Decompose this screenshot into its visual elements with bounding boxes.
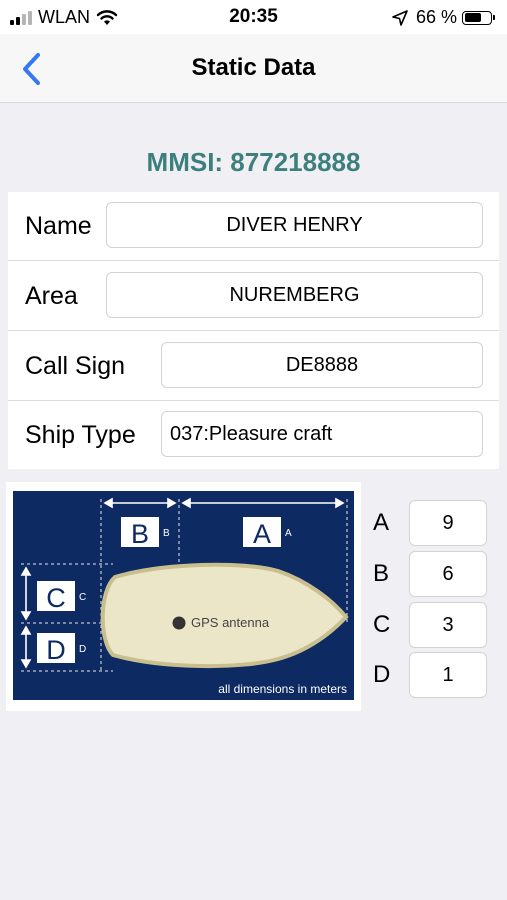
- diagram-label-d: D: [46, 635, 66, 665]
- call-sign-field[interactable]: DE8888: [161, 342, 483, 388]
- gps-antenna-label: GPS antenna: [191, 615, 270, 630]
- dimension-b-field[interactable]: 6: [409, 551, 487, 597]
- form-row-call-sign: Call Sign DE8888: [8, 332, 499, 401]
- battery-cap: [493, 15, 495, 20]
- diagram-label-b: B: [131, 519, 149, 549]
- dimension-row-a: A 9: [370, 500, 490, 546]
- status-bar: WLAN 20:35 66 %: [0, 0, 507, 34]
- diagram-label-a: A: [253, 519, 271, 549]
- ship-diagram-image: B B A A C C D D GPS antenna all dimensio…: [13, 491, 354, 700]
- dimension-row-d: D 1: [370, 652, 490, 698]
- row-divider: [8, 260, 499, 261]
- diagram-footer: all dimensions in meters: [218, 682, 347, 696]
- dimension-c-label: C: [373, 611, 391, 638]
- static-data-form: Name DIVER HENRY Area NUREMBERG Call Sig…: [8, 192, 499, 469]
- form-row-name: Name DIVER HENRY: [8, 192, 499, 261]
- ship-dimensions-diagram: B B A A C C D D GPS antenna all dimensio…: [6, 482, 361, 711]
- ship-type-field[interactable]: 037:Pleasure craft: [161, 411, 483, 457]
- dimension-b-label: B: [373, 560, 390, 587]
- row-divider: [8, 330, 499, 331]
- mmsi-label: MMSI: 877218888: [146, 147, 361, 177]
- call-sign-label: Call Sign: [25, 352, 126, 380]
- battery-icon: [462, 10, 492, 25]
- dimension-d-field[interactable]: 1: [409, 652, 487, 698]
- nav-bar: Static Data: [0, 34, 507, 103]
- battery-fill: [464, 13, 481, 22]
- dimension-row-c: C 3: [370, 602, 490, 648]
- form-row-ship-type: Ship Type 037:Pleasure craft: [8, 401, 499, 470]
- status-right: 66 %: [392, 7, 495, 28]
- dimension-a-field[interactable]: 9: [409, 500, 487, 546]
- name-field[interactable]: DIVER HENRY: [106, 202, 483, 248]
- ship-type-label: Ship Type: [25, 421, 136, 449]
- diagram-label-d-small: D: [79, 644, 86, 655]
- gps-antenna-dot: [172, 616, 186, 630]
- diagram-label-c-small: C: [79, 592, 86, 603]
- area-field[interactable]: NUREMBERG: [106, 272, 483, 318]
- form-row-area: Area NUREMBERG: [8, 262, 499, 331]
- dimension-a-label: A: [373, 509, 390, 536]
- diagram-label-b-small: B: [163, 528, 170, 539]
- dimension-d-label: D: [373, 661, 391, 688]
- page-title: Static Data: [191, 54, 316, 81]
- dimension-row-b: B 6: [370, 551, 490, 597]
- diagram-label-c: C: [46, 583, 66, 613]
- dimension-c-field[interactable]: 3: [409, 602, 487, 648]
- diagram-label-a-small: A: [285, 528, 292, 539]
- location-arrow-icon: [392, 9, 408, 26]
- battery-percent: 66 %: [415, 7, 457, 27]
- area-label: Area: [25, 282, 78, 310]
- name-label: Name: [25, 212, 92, 240]
